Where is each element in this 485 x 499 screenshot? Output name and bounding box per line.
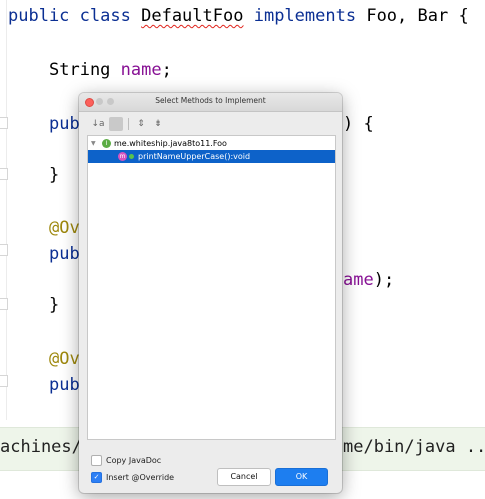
insert-override-checkbox[interactable]: ✓ (91, 472, 102, 483)
select-methods-dialog: Select Methods to Implement ↓a ⇕ ⇟ ▼ I m… (79, 93, 342, 493)
interface-icon: I (102, 139, 111, 148)
methods-tree[interactable]: ▼ I me.whiteship.java8to11.Foo m printNa… (87, 135, 336, 440)
sort-alphabetically-icon[interactable]: ↓a (91, 117, 105, 131)
fold-marker[interactable] (0, 117, 8, 129)
expand-arrow-icon[interactable]: ▼ (91, 137, 96, 150)
code-line-field: String name; (49, 60, 172, 80)
gutter-divider (6, 0, 7, 420)
cancel-button[interactable]: Cancel (217, 468, 271, 486)
class-name-error: DefaultFoo (141, 6, 244, 26)
tree-item-class[interactable]: ▼ I me.whiteship.java8to11.Foo (88, 137, 335, 150)
code-line-annotation: @Ov (49, 218, 80, 238)
fold-marker[interactable] (0, 375, 8, 387)
code-line-brace: } (49, 165, 60, 185)
public-visibility-icon (129, 154, 134, 159)
method-label: printNameUpperCase():void (138, 152, 251, 161)
toolbar-divider (128, 118, 129, 130)
dialog-title: Select Methods to Implement (155, 96, 266, 105)
insert-override-label: Insert @Override (106, 473, 175, 482)
class-label: me.whiteship.java8to11.Foo (114, 139, 227, 148)
copy-javadoc-checkbox[interactable] (91, 455, 102, 466)
code-line-method-2-call: ame); (343, 270, 395, 290)
expand-all-icon[interactable]: ⇕ (134, 117, 148, 131)
code-line-method-3: pub (49, 375, 80, 395)
ok-button[interactable]: OK (275, 468, 328, 486)
code-line-method-2: pub (49, 244, 80, 264)
code-line-method-1: pub (49, 114, 80, 134)
tree-item-method[interactable]: m printNameUpperCase():void (88, 150, 335, 163)
collapse-all-icon[interactable]: ⇟ (151, 117, 165, 131)
run-command-left: achines/ (0, 437, 82, 457)
method-icon: m (118, 152, 127, 161)
code-line-class-decl: public class DefaultFoo implements Foo, … (8, 6, 469, 26)
code-line-method-1-end: ) { (343, 114, 374, 134)
group-by-class-icon[interactable] (109, 117, 123, 131)
fold-marker[interactable] (0, 298, 8, 310)
code-line-annotation: @Ov (49, 349, 80, 369)
code-line-brace: } (49, 295, 60, 315)
run-command-right: me/bin/java .. (343, 437, 485, 457)
dialog-titlebar[interactable]: Select Methods to Implement (79, 93, 342, 112)
fold-marker[interactable] (0, 168, 8, 180)
copy-javadoc-label: Copy JavaDoc (106, 456, 162, 465)
fold-marker[interactable] (0, 244, 8, 256)
